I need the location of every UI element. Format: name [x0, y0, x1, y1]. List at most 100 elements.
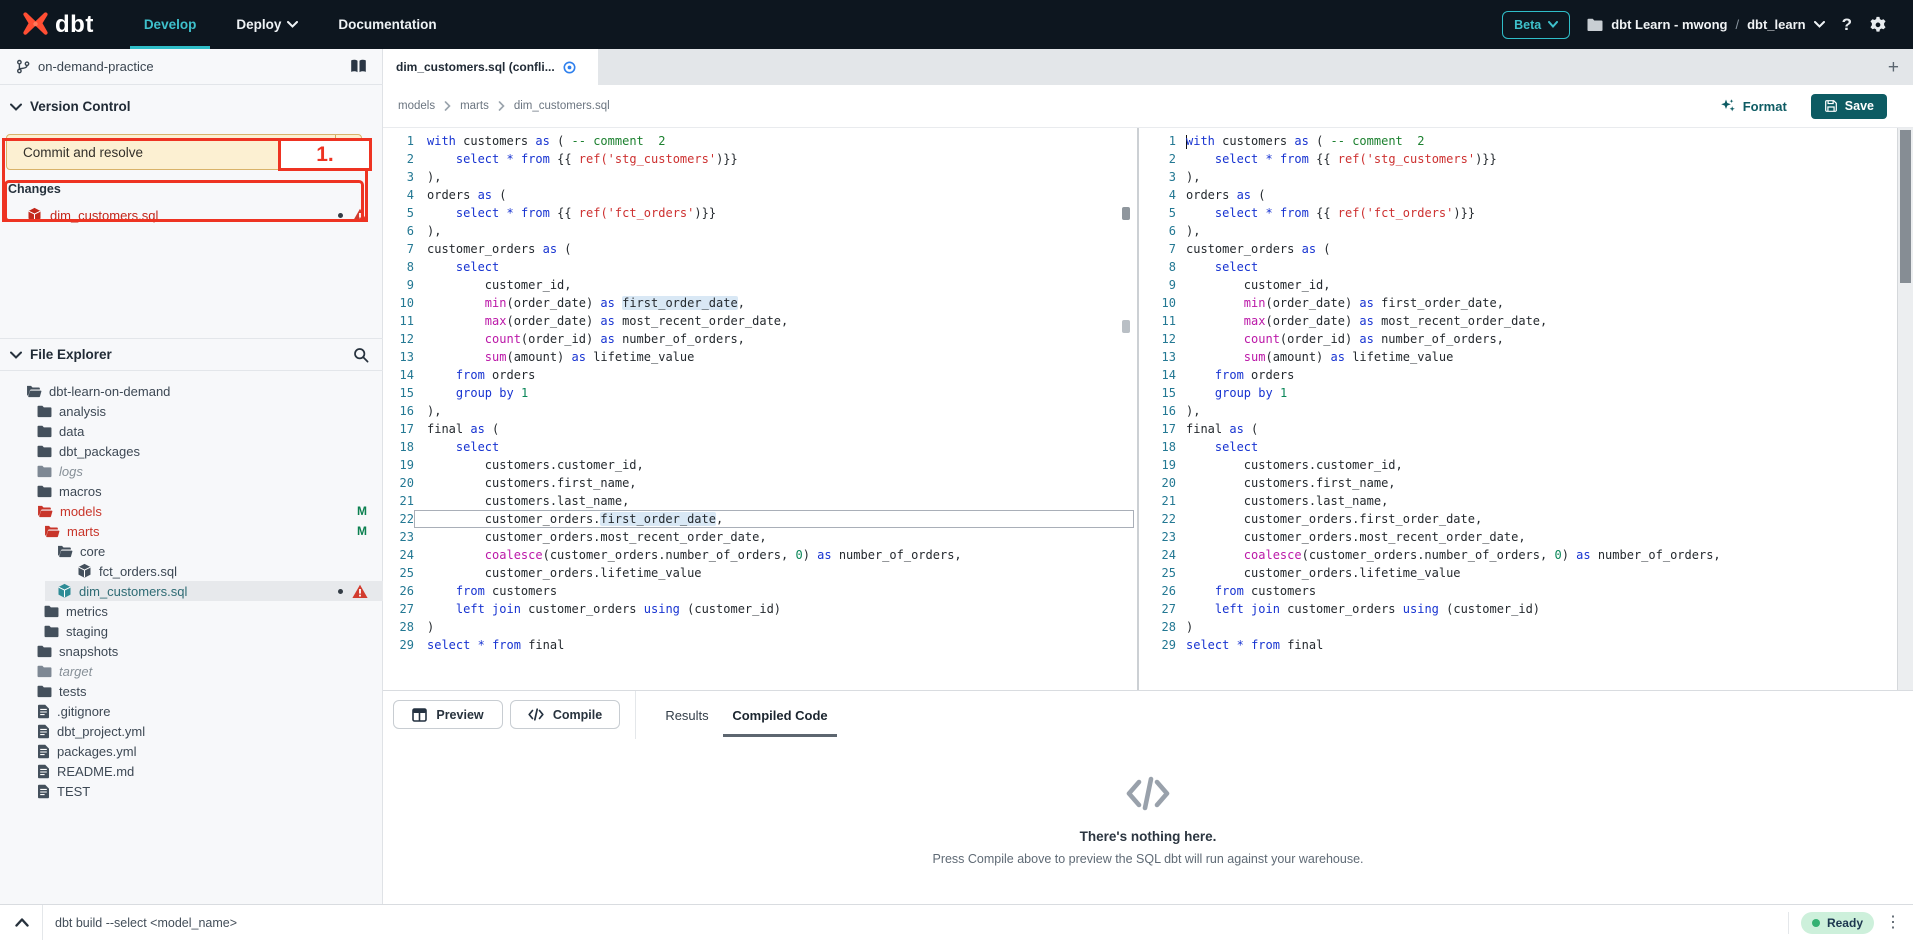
format-button[interactable]: Format [1720, 98, 1787, 114]
editor-pane-right[interactable]: 1with customers as ( -- comment 22 selec… [1148, 128, 1896, 690]
search-icon[interactable] [353, 347, 369, 363]
changed-file-row[interactable]: dim_customers.sql [0, 203, 383, 227]
code-line-29[interactable]: 29select * from final [383, 636, 1134, 654]
code-line-14[interactable]: 14 from orders [383, 366, 1134, 384]
code-line-5[interactable]: 5 select * from {{ ref('fct_orders')}} [1148, 204, 1896, 222]
code-line-5[interactable]: 5 select * from {{ ref('fct_orders')}} [383, 204, 1134, 222]
code-line-9[interactable]: 9 customer_id, [1148, 276, 1896, 294]
code-line-12[interactable]: 12 count(order_id) as number_of_orders, [383, 330, 1134, 348]
breadcrumb-file[interactable]: dim_customers.sql [514, 100, 610, 112]
file-explorer-header[interactable]: File Explorer [0, 339, 383, 371]
preview-button[interactable]: Preview [393, 700, 503, 729]
tree-item-dim-customers-sql[interactable]: dim_customers.sql [0, 581, 383, 601]
new-tab-plus-icon[interactable]: + [1888, 57, 1899, 79]
branch-name[interactable]: on-demand-practice [38, 59, 154, 74]
project-selector[interactable]: dbt Learn - mwong / dbt_learn [1587, 17, 1824, 32]
code-line-10[interactable]: 10 min(order_date) as first_order_date, [1148, 294, 1896, 312]
code-line-17[interactable]: 17final as ( [383, 420, 1134, 438]
nav-item-develop[interactable]: Develop [144, 0, 197, 49]
tree-item-snapshots[interactable]: snapshots [0, 641, 383, 661]
code-line-6[interactable]: 6), [383, 222, 1134, 240]
right-scrollbar-thumb[interactable] [1900, 130, 1911, 283]
save-button[interactable]: Save [1811, 94, 1887, 119]
tree-item-fct-orders-sql[interactable]: fct_orders.sql [0, 561, 383, 581]
breadcrumb-models[interactable]: models [398, 100, 435, 112]
code-line-27[interactable]: 27 left join customer_orders using (cust… [1148, 600, 1896, 618]
tree-item-core[interactable]: core [0, 541, 383, 561]
tree-item-tests[interactable]: tests [0, 681, 383, 701]
code-line-19[interactable]: 19 customers.customer_id, [383, 456, 1134, 474]
tab-compiled-code[interactable]: Compiled Code [723, 701, 837, 729]
tree-item-marts[interactable]: martsM [0, 521, 383, 541]
code-line-10[interactable]: 10 min(order_date) as first_order_date, [383, 294, 1134, 312]
code-line-11[interactable]: 11 max(order_date) as most_recent_order_… [383, 312, 1134, 330]
commit-options-caret[interactable] [335, 135, 361, 169]
code-line-21[interactable]: 21 customers.last_name, [383, 492, 1134, 510]
beta-dropdown[interactable]: Beta [1502, 11, 1570, 39]
code-line-3[interactable]: 3), [1148, 168, 1896, 186]
tree-item-models[interactable]: modelsM [0, 501, 383, 521]
code-line-8[interactable]: 8 select [383, 258, 1134, 276]
code-line-2[interactable]: 2 select * from {{ ref('stg_customers')}… [383, 150, 1134, 168]
code-line-20[interactable]: 20 customers.first_name, [383, 474, 1134, 492]
breadcrumb-marts[interactable]: marts [460, 100, 489, 112]
tree-item-analysis[interactable]: analysis [0, 401, 383, 421]
code-line-13[interactable]: 13 sum(amount) as lifetime_value [383, 348, 1134, 366]
code-line-1[interactable]: 1with customers as ( -- comment 2 [1148, 132, 1896, 150]
code-line-18[interactable]: 18 select [383, 438, 1134, 456]
code-line-2[interactable]: 2 select * from {{ ref('stg_customers')}… [1148, 150, 1896, 168]
tree-item-packages-yml[interactable]: packages.yml [0, 741, 383, 761]
nav-item-deploy[interactable]: Deploy [236, 0, 298, 49]
tree-item-data[interactable]: data [0, 421, 383, 441]
code-line-20[interactable]: 20 customers.first_name, [1148, 474, 1896, 492]
code-line-24[interactable]: 24 coalesce(customer_orders.number_of_or… [383, 546, 1134, 564]
pane-divider[interactable] [1137, 128, 1139, 690]
code-line-23[interactable]: 23 customer_orders.most_recent_order_dat… [383, 528, 1134, 546]
code-line-26[interactable]: 26 from customers [1148, 582, 1896, 600]
dbt-logo[interactable]: dbt [22, 11, 94, 39]
code-line-7[interactable]: 7customer_orders as ( [1148, 240, 1896, 258]
tree-item-staging[interactable]: staging [0, 621, 383, 641]
code-line-22[interactable]: 22 customer_orders.first_order_date, [1148, 510, 1896, 528]
code-line-4[interactable]: 4orders as ( [1148, 186, 1896, 204]
tree-item-dbt-learn-on-demand[interactable]: dbt-learn-on-demand [0, 381, 383, 401]
code-line-8[interactable]: 8 select [1148, 258, 1896, 276]
code-line-21[interactable]: 21 customers.last_name, [1148, 492, 1896, 510]
code-line-15[interactable]: 15 group by 1 [1148, 384, 1896, 402]
code-line-11[interactable]: 11 max(order_date) as most_recent_order_… [1148, 312, 1896, 330]
book-icon[interactable] [350, 59, 367, 74]
tree-item-metrics[interactable]: metrics [0, 601, 383, 621]
tree-item-dbt-packages[interactable]: dbt_packages [0, 441, 383, 461]
code-line-4[interactable]: 4orders as ( [383, 186, 1134, 204]
code-line-29[interactable]: 29select * from final [1148, 636, 1896, 654]
tree-item-logs[interactable]: logs [0, 461, 383, 481]
gear-icon[interactable] [1869, 16, 1887, 34]
code-line-23[interactable]: 23 customer_orders.most_recent_order_dat… [1148, 528, 1896, 546]
code-line-17[interactable]: 17final as ( [1148, 420, 1896, 438]
command-input[interactable]: dbt build --select <model_name> [55, 916, 237, 930]
version-control-header[interactable]: Version Control [10, 99, 131, 114]
left-scrollbar-thumb[interactable] [1122, 207, 1130, 220]
code-line-24[interactable]: 24 coalesce(customer_orders.number_of_or… [1148, 546, 1896, 564]
tree-item--gitignore[interactable]: .gitignore [0, 701, 383, 721]
code-line-26[interactable]: 26 from customers [383, 582, 1134, 600]
code-line-15[interactable]: 15 group by 1 [383, 384, 1134, 402]
code-line-25[interactable]: 25 customer_orders.lifetime_value [1148, 564, 1896, 582]
tab-dim-customers[interactable]: dim_customers.sql (confli... [383, 49, 598, 85]
code-line-6[interactable]: 6), [1148, 222, 1896, 240]
help-icon[interactable]: ? [1842, 15, 1852, 35]
code-line-18[interactable]: 18 select [1148, 438, 1896, 456]
code-line-28[interactable]: 28) [1148, 618, 1896, 636]
tree-item-dbt-project-yml[interactable]: dbt_project.yml [0, 721, 383, 741]
chevron-up-icon[interactable] [15, 918, 29, 927]
tree-item-macros[interactable]: macros [0, 481, 383, 501]
code-line-7[interactable]: 7customer_orders as ( [383, 240, 1134, 258]
nav-item-documentation[interactable]: Documentation [338, 0, 436, 49]
tree-item-test[interactable]: TEST [0, 781, 383, 801]
editor-pane-left[interactable]: 1with customers as ( -- comment 22 selec… [383, 128, 1134, 690]
code-line-19[interactable]: 19 customers.customer_id, [1148, 456, 1896, 474]
kebab-menu-icon[interactable]: ⋮ [1885, 915, 1901, 931]
code-line-16[interactable]: 16), [1148, 402, 1896, 420]
code-line-22[interactable]: 22 customer_orders.first_order_date, [383, 510, 1134, 528]
commit-and-resolve-button[interactable]: Commit and resolve [6, 134, 362, 170]
